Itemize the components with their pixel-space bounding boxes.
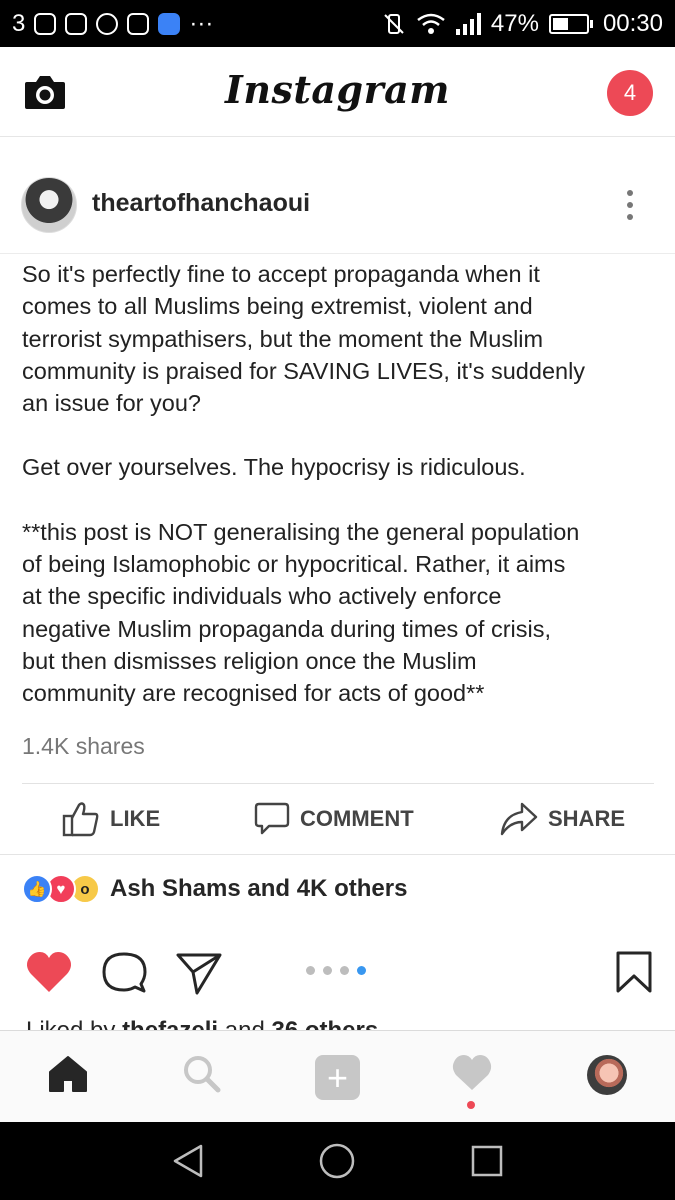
share-arrow-icon xyxy=(500,802,538,836)
comment-bubble-icon xyxy=(254,802,290,835)
carousel-indicator xyxy=(306,966,366,975)
android-navigation-bar xyxy=(0,1122,675,1200)
post-text-line: negative Muslim propaganda during times … xyxy=(22,615,552,642)
carousel-dot xyxy=(323,966,332,975)
shares-count[interactable]: 1.4K shares xyxy=(22,733,145,760)
gallery-notification-icon xyxy=(34,12,57,35)
profile-avatar[interactable] xyxy=(587,1055,627,1095)
status-bar: 3 ··· 47% 00:30 xyxy=(0,0,675,47)
carousel-dot xyxy=(306,966,315,975)
post-username[interactable]: theartofhanchaoui xyxy=(92,189,310,218)
send-icon[interactable] xyxy=(175,950,223,996)
activity-heart-icon[interactable] xyxy=(451,1053,493,1093)
post-text-line: **this post is NOT generalising the gene… xyxy=(22,518,580,545)
share-label: SHARE xyxy=(548,806,626,831)
post-text-line: So it's perfectly fine to accept propaga… xyxy=(22,261,540,287)
reactions-text: Ash Shams and 4K others xyxy=(110,875,408,902)
bookmark-icon[interactable] xyxy=(615,950,653,994)
post-text-line: community are recognised for acts of goo… xyxy=(22,680,485,707)
search-icon[interactable] xyxy=(181,1053,223,1095)
carousel-dot-active xyxy=(357,966,366,975)
liked-by-prefix: Liked by xyxy=(26,1017,123,1031)
notification-badge[interactable]: 4 xyxy=(607,70,653,116)
more-notifications-icon: ··· xyxy=(189,9,214,37)
post-text-line: at the specific individuals who actively… xyxy=(22,583,502,610)
liked-by-user[interactable]: thefazeli xyxy=(122,1017,218,1031)
instagram-notification-icon-2 xyxy=(127,12,150,35)
clock: 00:30 xyxy=(602,9,663,37)
recents-icon[interactable] xyxy=(470,1144,504,1178)
comment-label: COMMENT xyxy=(300,806,414,831)
divider xyxy=(22,783,654,784)
liked-by[interactable]: Liked by thefazeli and 36 others xyxy=(26,1014,646,1031)
signal-icon xyxy=(455,12,481,35)
carousel-dot xyxy=(340,966,349,975)
ig-action-bar xyxy=(0,950,675,1000)
battery-icon xyxy=(548,13,593,34)
liked-by-middle: and xyxy=(218,1017,272,1031)
post-text-line: terrorist sympathisers, but the moment t… xyxy=(22,325,544,352)
comment-button[interactable]: COMMENT xyxy=(254,801,414,837)
whatsapp-notification-icon xyxy=(96,12,119,35)
post-body: So it's perfectly fine to accept propaga… xyxy=(22,258,662,710)
app-logo: Instagram xyxy=(225,67,450,112)
bottom-navigation: + xyxy=(0,1030,675,1122)
vibrate-icon xyxy=(384,13,404,34)
like-label: LIKE xyxy=(110,806,161,831)
post-header: theartofhanchaoui xyxy=(0,137,675,254)
wifi-app-notification-icon xyxy=(158,12,181,35)
post-text-line: comes to all Muslims being extremist, vi… xyxy=(22,293,533,320)
sim-indicator: 3 xyxy=(12,9,26,37)
comment-icon[interactable] xyxy=(101,950,147,996)
avatar[interactable] xyxy=(21,177,77,233)
instagram-notification-icon xyxy=(65,12,88,35)
post-text-line: an issue for you? xyxy=(22,390,201,417)
post-text-line: community is praised for SAVING LIVES, i… xyxy=(22,357,586,384)
like-reaction-icon: 👍 xyxy=(22,874,52,904)
like-button[interactable]: LIKE xyxy=(62,801,160,837)
add-post-icon[interactable]: + xyxy=(315,1055,360,1100)
back-icon[interactable] xyxy=(170,1143,206,1179)
post-action-bar: LIKE COMMENT SHARE xyxy=(0,785,675,855)
post-text-line: Get over yourselves. The hypocrisy is ri… xyxy=(22,454,526,481)
post-text-line: of being Islamophobic or hypocritical. R… xyxy=(22,551,566,578)
post-text-line: but then dismisses religion once the Mus… xyxy=(22,647,477,674)
battery-percent: 47% xyxy=(490,9,539,37)
activity-indicator-dot xyxy=(467,1101,475,1109)
more-options-icon[interactable] xyxy=(625,190,635,220)
heart-icon[interactable] xyxy=(25,950,73,994)
share-button[interactable]: SHARE xyxy=(500,801,625,837)
wifi-icon xyxy=(417,13,445,34)
reactions-summary[interactable]: 👍 ♥ o Ash Shams and 4K others xyxy=(22,874,407,904)
home-circle-icon[interactable] xyxy=(318,1142,356,1180)
home-icon[interactable] xyxy=(47,1053,89,1095)
app-header: Instagram 4 xyxy=(0,47,675,137)
thumbs-up-icon xyxy=(62,802,99,837)
liked-by-others[interactable]: 36 others xyxy=(271,1017,378,1031)
